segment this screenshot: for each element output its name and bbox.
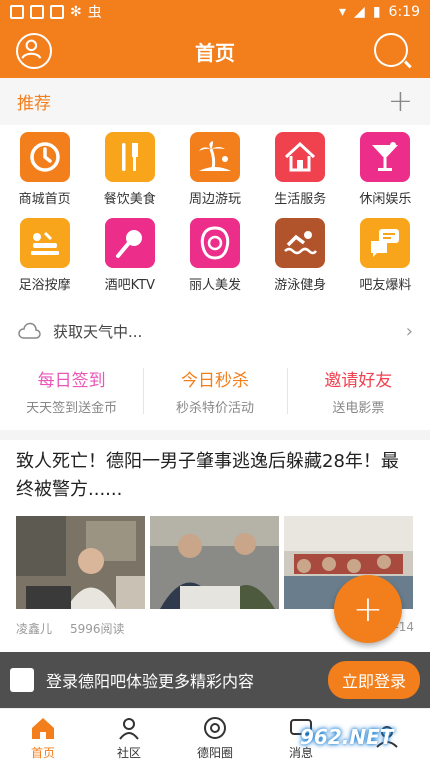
tab-home[interactable]: 首页 [0,709,86,766]
app-logo-icon [10,668,34,692]
section-label: 推荐 [17,94,51,114]
weather-row[interactable]: 获取天气中... › [0,312,430,350]
category-grid: 商城首页 餐饮美食 周边游玩 生活服务 休闲娱乐 足浴按摩 酒吧KTV 丽人美发… [0,132,430,304]
grid-item-life-service[interactable]: 生活服务 [258,132,343,218]
bug-icon: 虫 [87,5,102,21]
wifi-icon: ▾ [339,4,347,20]
promo-subtitle: 天天签到送金币 [26,401,118,416]
chevron-right-icon: › [405,320,413,342]
grid-item-swim-fitness[interactable]: 游泳健身 [258,218,343,304]
login-banner-text: 登录德阳吧体验更多精彩内容 [46,672,255,691]
grid-item-travel[interactable]: 周边游玩 [172,132,257,218]
tab-community[interactable]: 社区 [86,709,172,766]
home-icon [32,717,54,739]
promo-row: 每日签到 天天签到送金币 今日秒杀 秒杀特价活动 邀请好友 送电影票 [0,358,430,424]
add-icon[interactable]: + [388,86,413,117]
tab-label: 社区 [116,745,141,760]
article-author: 凌鑫儿 [16,622,53,636]
battery-icon: ▮ [372,4,381,20]
clock-time: 6:19 [388,4,420,20]
swimmer-icon [275,218,326,268]
grid-item-label: 吧友爆料 [359,278,412,293]
login-banner: 登录德阳吧体验更多精彩内容 立即登录 [0,652,430,708]
article-read-count: 5996阅读 [70,622,125,636]
community-icon [119,717,139,740]
grid-item-label: 游泳健身 [274,278,327,293]
cocktail-icon [360,132,411,182]
grid-item-beauty[interactable]: 丽人美发 [172,218,257,304]
watermark-text: 962.NET [300,725,394,749]
grid-row: 商城首页 餐饮美食 周边游玩 生活服务 休闲娱乐 [0,132,430,218]
tab-label: 德阳圈 [196,745,233,760]
grid-item-food[interactable]: 餐饮美食 [87,132,172,218]
promo-invite-friends[interactable]: 邀请好友 送电影票 [286,358,430,424]
promo-subtitle: 送电影票 [332,401,385,416]
massage-icon [19,218,70,268]
article-photo [16,516,145,609]
microphone-icon [104,218,155,268]
signal-icon: ◢ [354,4,365,20]
tab-deyang-circle[interactable]: 德阳圈 [172,709,258,766]
promo-daily-checkin[interactable]: 每日签到 天天签到送金币 [0,358,143,424]
grid-item-label: 休闲娱乐 [359,192,412,207]
article-meta: 凌鑫儿 5996阅读 [16,620,125,637]
grid-item-label: 酒吧KTV [104,278,155,293]
section-divider [0,430,430,440]
grid-item-mall-home[interactable]: 商城首页 [2,132,87,218]
grid-item-leisure[interactable]: 休闲娱乐 [343,132,428,218]
article-photo [150,516,279,609]
notification-icon [30,5,44,19]
grid-item-label: 生活服务 [274,192,327,207]
watermark-logo: 962.NET [300,708,430,766]
home-icon [275,132,326,182]
grid-item-label: 丽人美发 [189,278,242,293]
search-icon[interactable] [374,33,408,67]
grid-row: 足浴按摩 酒吧KTV 丽人美发 游泳健身 吧友爆料 [0,218,430,304]
woman-hair-icon [190,218,240,268]
promo-title: 今日秒杀 [180,371,249,391]
sync-icon: ✻ [70,4,82,20]
circle-icon [204,716,226,739]
create-post-button[interactable]: + [334,575,402,643]
grid-item-foot-massage[interactable]: 足浴按摩 [2,218,87,304]
cloud-icon [18,322,41,339]
grid-item-label: 餐饮美食 [103,192,156,207]
profile-avatar-icon[interactable] [16,33,52,69]
app-notification-icon [50,5,64,19]
grid-item-bar-ktv[interactable]: 酒吧KTV [87,218,172,304]
palm-beach-icon [190,132,240,182]
clock-history-icon [19,132,70,182]
weather-text: 获取天气中... [53,322,143,341]
grid-item-label: 足浴按摩 [18,278,71,293]
tab-label: 首页 [30,745,55,760]
grid-item-label: 周边游玩 [189,192,242,207]
status-bar: ✻ 虫 ▾ ◢ ▮ 6:19 [0,0,430,24]
grid-item-label: 商城首页 [18,192,71,207]
login-now-button[interactable]: 立即登录 [327,661,420,699]
app-header: 首页 [0,24,430,78]
promo-flash-sale[interactable]: 今日秒杀 秒杀特价活动 [143,358,286,424]
fork-knife-icon [104,132,155,182]
promo-subtitle: 秒杀特价活动 [175,401,254,416]
notification-icon [10,5,24,19]
grid-item-tips[interactable]: 吧友爆料 [343,218,428,304]
article-title[interactable]: 致人死亡！德阳一男子肇事逃逸后躲藏28年！最终被警方...... [16,448,414,504]
chat-bubble-icon [360,218,411,268]
recommend-section-bar: 推荐 + [0,78,430,125]
promo-title: 邀请好友 [324,371,393,391]
page-title: 首页 [195,40,235,65]
promo-title: 每日签到 [37,371,106,391]
